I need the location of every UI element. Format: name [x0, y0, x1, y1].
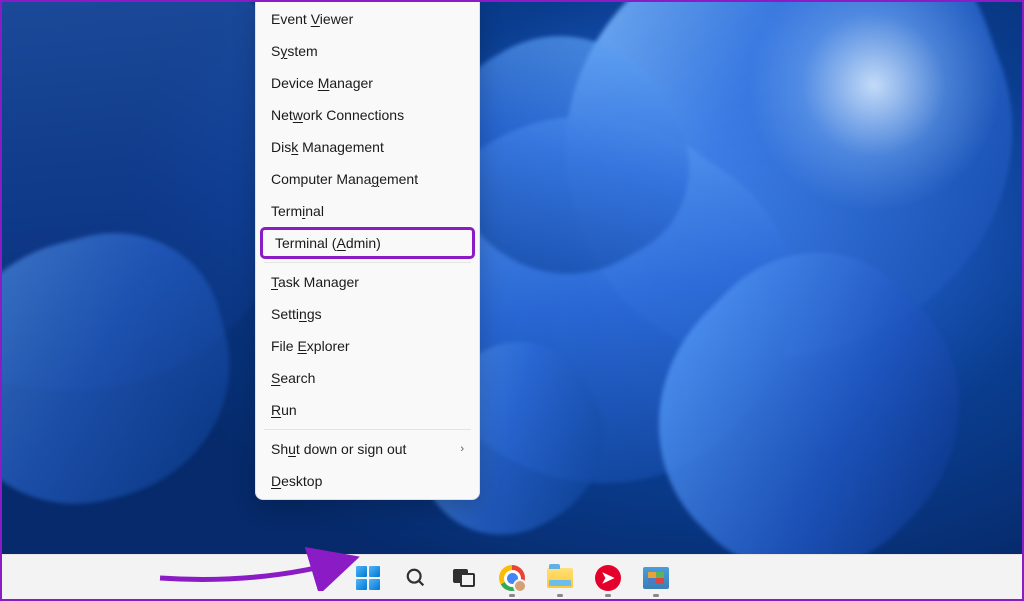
menu-item-label: Run — [271, 402, 297, 418]
menu-item-label: Desktop — [271, 473, 322, 489]
menu-item-label: Search — [271, 370, 315, 386]
menu-item-label: Settings — [271, 306, 322, 322]
menu-item-label: Event Viewer — [271, 11, 353, 27]
menu-item-shut-down[interactable]: Shut down or sign out › — [256, 433, 479, 465]
running-indicator — [653, 594, 659, 597]
airtel-icon[interactable]: ➤ — [588, 558, 628, 598]
menu-item-computer-management[interactable]: Computer Management — [256, 163, 479, 195]
menu-item-event-viewer[interactable]: Event Viewer — [256, 3, 479, 35]
menu-item-desktop[interactable]: Desktop — [256, 465, 479, 497]
control-panel-icon[interactable] — [636, 558, 676, 598]
menu-item-label: Task Manager — [271, 274, 359, 290]
menu-item-terminal[interactable]: Terminal — [256, 195, 479, 227]
chrome-icon[interactable] — [492, 558, 532, 598]
menu-item-file-explorer[interactable]: File Explorer — [256, 330, 479, 362]
start-icon[interactable] — [348, 558, 388, 598]
menu-divider — [264, 429, 471, 430]
menu-item-task-manager[interactable]: Task Manager — [256, 266, 479, 298]
menu-item-search[interactable]: Search — [256, 362, 479, 394]
menu-item-run[interactable]: Run — [256, 394, 479, 426]
menu-item-system[interactable]: System — [256, 35, 479, 67]
running-indicator — [605, 594, 611, 597]
file-explorer-icon[interactable] — [540, 558, 580, 598]
chrome-profile-badge — [513, 579, 527, 593]
menu-item-terminal-admin[interactable]: Terminal (Admin) — [260, 227, 475, 259]
task-view-icon[interactable] — [444, 558, 484, 598]
menu-item-label: Computer Management — [271, 171, 418, 187]
menu-item-label: Terminal — [271, 203, 324, 219]
menu-item-device-manager[interactable]: Device Manager — [256, 67, 479, 99]
menu-item-label: Network Connections — [271, 107, 404, 123]
menu-item-disk-management[interactable]: Disk Management — [256, 131, 479, 163]
desktop-wallpaper — [0, 0, 1024, 554]
running-indicator — [509, 594, 515, 597]
menu-item-label: Disk Management — [271, 139, 384, 155]
running-indicator — [557, 594, 563, 597]
taskbar: ➤ — [0, 554, 1024, 601]
menu-item-label: Terminal (Admin) — [275, 235, 381, 251]
menu-item-label: Device Manager — [271, 75, 373, 91]
winx-context-menu: Event Viewer System Device Manager Network … — [255, 0, 480, 500]
chevron-right-icon: › — [460, 443, 464, 455]
menu-item-label: File Explorer — [271, 338, 350, 354]
menu-divider — [264, 262, 471, 263]
menu-item-label: Shut down or sign out — [271, 441, 406, 457]
search-icon[interactable] — [396, 558, 436, 598]
menu-item-settings[interactable]: Settings — [256, 298, 479, 330]
menu-item-label: System — [271, 43, 318, 59]
menu-item-network-connections[interactable]: Network Connections — [256, 99, 479, 131]
